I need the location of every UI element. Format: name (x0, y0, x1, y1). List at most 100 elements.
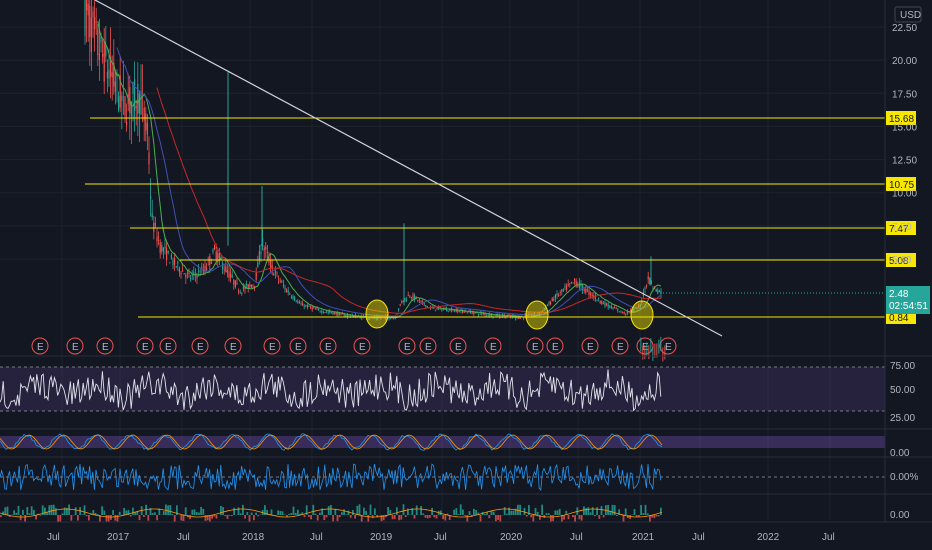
candle (258, 250, 260, 261)
macd-bar (19, 515, 22, 521)
price-tick: 22.50 (892, 23, 917, 34)
macd-bar (589, 512, 592, 515)
candle (273, 273, 275, 276)
candle (186, 272, 188, 274)
macd-bar (341, 512, 343, 515)
macd-bar (123, 507, 125, 515)
macd-bar (367, 515, 370, 522)
price-tick: 17.50 (892, 89, 917, 100)
candle (334, 312, 336, 315)
candle (316, 308, 318, 310)
candle (292, 295, 294, 299)
candle (426, 306, 428, 308)
macd-bar (33, 510, 35, 515)
time-tick: Jul (434, 532, 447, 543)
candle (159, 242, 161, 253)
macd-bar (103, 510, 106, 515)
candle (209, 256, 211, 266)
candle (452, 310, 454, 312)
candle (257, 262, 259, 268)
current-price-label: 2.48 (889, 289, 909, 300)
macd-bar (279, 510, 282, 515)
macd-bar (602, 515, 605, 518)
candle (175, 266, 177, 268)
earnings-label: E (552, 342, 559, 353)
macd-bar (107, 515, 110, 522)
macd-bar (244, 515, 246, 519)
candle (423, 303, 425, 305)
macd-bar (547, 513, 550, 515)
candle (548, 302, 550, 305)
candle (657, 290, 659, 294)
macd-bar (558, 508, 561, 515)
price-chart[interactable]: 15.6810.757.475.080.842.4802:54:51E E E E E E… (0, 0, 932, 550)
pct-tick: 0.00% (890, 472, 918, 483)
candle (308, 305, 310, 307)
time-tick: Jul (822, 532, 835, 543)
macd-bar (191, 509, 194, 515)
macd-bar (202, 508, 205, 515)
macd-bar (250, 512, 253, 515)
candle (622, 312, 624, 314)
candle (90, 17, 92, 53)
pct-line (0, 463, 662, 491)
candle (562, 289, 564, 291)
candle (407, 295, 409, 297)
candle (434, 309, 436, 311)
macd-bar (655, 515, 658, 517)
trend-line (94, 0, 723, 337)
candle (518, 317, 520, 319)
earnings-label: E (230, 342, 237, 353)
macd-bar (611, 504, 614, 515)
candle (84, 0, 86, 36)
macd-bar (68, 504, 70, 515)
candle (604, 302, 606, 306)
macd-bar (132, 507, 134, 515)
candle (570, 281, 572, 284)
macd-bar (57, 515, 59, 522)
candle (297, 301, 299, 303)
candle (111, 72, 113, 78)
volume-bar (656, 343, 658, 358)
candle (286, 289, 288, 293)
candle (406, 299, 408, 301)
price-tick: 15.00 (892, 122, 917, 133)
earnings-label: E (325, 342, 332, 353)
macd-bar (532, 515, 535, 522)
macd-bar (83, 505, 86, 515)
macd-bar (239, 513, 242, 515)
earnings-label: E (197, 342, 204, 353)
candle (188, 272, 190, 275)
candle (583, 289, 585, 291)
candle (585, 288, 587, 293)
candle (276, 272, 278, 274)
candle (206, 267, 208, 270)
macd-bar (242, 504, 244, 515)
macd-bar (660, 507, 662, 515)
candle (140, 91, 142, 115)
macd-bar (426, 515, 429, 519)
macd-bar (343, 509, 345, 515)
macd-bar (424, 515, 427, 518)
macd-bar (231, 515, 233, 516)
macd-bar (281, 511, 284, 515)
candle (266, 252, 268, 253)
candle (290, 296, 292, 298)
candle (295, 301, 297, 303)
candle (282, 284, 284, 286)
candle (164, 246, 166, 248)
candle (625, 313, 627, 315)
time-tick: 2021 (632, 532, 655, 543)
candle (180, 272, 182, 274)
macd-bar (277, 510, 279, 515)
macd-bar (114, 515, 117, 521)
macd-bar (488, 515, 491, 519)
candle (242, 286, 244, 290)
candle (417, 300, 419, 302)
macd-bar (574, 515, 576, 522)
macd-bar (468, 511, 471, 515)
candle (441, 309, 443, 311)
macd-bar (59, 515, 62, 522)
macd-bar (638, 515, 640, 517)
macd-bar (112, 510, 114, 515)
